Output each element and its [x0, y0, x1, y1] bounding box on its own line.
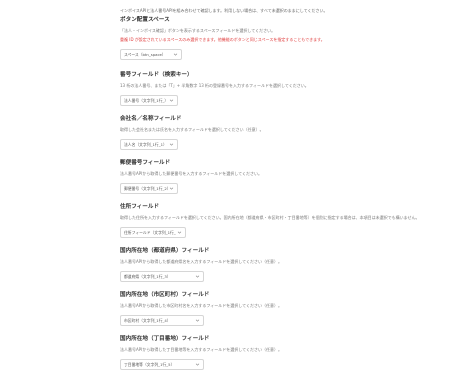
city-field-select[interactable]: 市区町村（文字列_1行_4） [120, 315, 204, 326]
section-title: ボタン配置スペース [120, 17, 170, 23]
chevron-down-icon [176, 230, 182, 236]
chevron-down-icon [194, 362, 200, 368]
select-value: スペース（btn_space） [124, 51, 166, 57]
section-prefecture-field: 国内所在地（都道府県）フィールド 法人番号APIから取得した都道府県名を入力する… [120, 248, 450, 282]
section-description: 法人番号APIから取得した市区町村名を入力するフィールドを選択してください（任意… [120, 303, 283, 308]
section-button-space: ボタン配置スペース 「法人・インボイス確認」ボタンを表示するスペースフィールドを… [120, 17, 450, 60]
select-value: 都道府県（文字列_1行_3） [124, 273, 171, 279]
chevron-down-icon [168, 98, 174, 104]
section-title: 国内所在地（丁目番地）フィールド [120, 336, 210, 342]
intro-text: インボイスAPIと法人番号APIを組み合わせて確認します。利用しない場合は、すべ… [120, 8, 328, 13]
company-name-field-select[interactable]: 法人名（文字列_1行_1） [120, 139, 178, 150]
section-company-name-field: 会社名／名称フィールド 取得した会社名または氏名を入力するフィールドを選択してく… [120, 116, 450, 150]
section-description: 法人番号APIから取得した丁目番地等を入力するフィールドを選択してください（任意… [120, 347, 283, 352]
section-description: 法人番号APIから取得した都道府県名を入力するフィールドを選択してください（任意… [120, 259, 283, 264]
chevron-down-icon [194, 318, 200, 324]
section-description: 13 桁の法人番号、または「T」+ 半角数字 13 桁の登録番号を入力するフィー… [120, 83, 309, 88]
prefecture-field-select[interactable]: 都道府県（文字列_1行_3） [120, 271, 204, 282]
select-value: 市区町村（文字列_1行_4） [124, 317, 171, 323]
number-field-select[interactable]: 法人番号（文字列_1行_） [120, 95, 178, 106]
section-description: 取得した会社名または氏名を入力するフィールドを選択してください（任意）。 [120, 127, 264, 132]
chevron-down-icon [168, 186, 174, 192]
section-description: 法人番号APIから取得した郵便番号を入力するフィールドを選択してください。 [120, 171, 263, 176]
settings-page: インボイスAPIと法人番号APIを組み合わせて確認します。利用しない場合は、すべ… [0, 0, 460, 380]
street-field-select[interactable]: 丁目番地等（文字列_1行_5） [120, 359, 204, 370]
section-title: 郵便番号フィールド [120, 160, 171, 166]
section-city-field: 国内所在地（市区町村）フィールド 法人番号APIから取得した市区町村名を入力する… [120, 292, 450, 326]
chevron-down-icon [172, 52, 178, 58]
select-value: 法人番号（文字列_1行_） [124, 97, 168, 103]
select-value: 丁目番地等（文字列_1行_5） [124, 361, 175, 367]
chevron-down-icon [168, 142, 174, 148]
section-title: 番号フィールド（検索キー） [120, 72, 193, 78]
select-value: 郵便番号（文字列_1行_2） [124, 185, 168, 191]
section-address-field: 住所フィールド 取得した住所を入力するフィールドを選択してください。国内所在地（… [120, 204, 450, 238]
section-number-field: 番号フィールド（検索キー） 13 桁の法人番号、または「T」+ 半角数字 13 … [120, 72, 450, 106]
select-value: 住所フィールド（文字列_1行_3） [124, 229, 176, 235]
button-space-select[interactable]: スペース（btn_space） [120, 49, 182, 60]
section-title: 住所フィールド [120, 204, 160, 210]
section-warning: 重複 ID が設定されているスペースのみ選択できます。他機能のボタンと同じスペー… [120, 37, 325, 42]
chevron-down-icon [194, 274, 200, 280]
section-description: 取得した住所を入力するフィールドを選択してください。国内所在地（都道府県・市区町… [120, 215, 420, 220]
section-description: 「法人・インボイス確認」ボタンを表示するスペースフィールドを選択してください。 [120, 28, 276, 33]
section-title: 国内所在地（市区町村）フィールド [120, 292, 210, 298]
select-value: 法人名（文字列_1行_1） [124, 141, 167, 147]
address-field-select[interactable]: 住所フィールド（文字列_1行_3） [120, 227, 186, 238]
section-title: 会社名／名称フィールド [120, 116, 182, 122]
section-postal-code-field: 郵便番号フィールド 法人番号APIから取得した郵便番号を入力するフィールドを選択… [120, 160, 450, 194]
postal-code-field-select[interactable]: 郵便番号（文字列_1行_2） [120, 183, 178, 194]
section-title: 国内所在地（都道府県）フィールド [120, 248, 210, 254]
section-street-field: 国内所在地（丁目番地）フィールド 法人番号APIから取得した丁目番地等を入力する… [120, 336, 450, 370]
